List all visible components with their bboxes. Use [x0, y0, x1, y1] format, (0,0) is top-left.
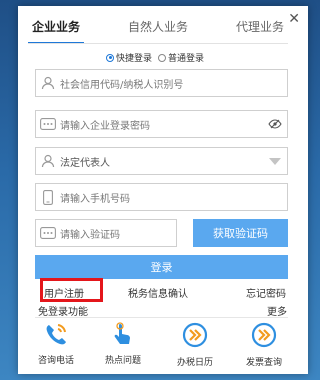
tab-bar: 企业业务 自然人业务 代理业务 — [28, 18, 288, 44]
quick-item-hot-questions[interactable]: 热点问题 — [93, 322, 153, 366]
user-icon — [36, 76, 60, 90]
quick-item-label: 发票查询 — [245, 358, 282, 368]
role-select[interactable]: 法定代表人 — [35, 147, 288, 175]
quick-item-invoice-query[interactable]: 发票查询 — [234, 322, 294, 368]
phone-input[interactable]: 请输入手机号码 — [35, 183, 288, 211]
login-dialog: ✕ 企业业务 自然人业务 代理业务 快捷登录 普通登录 社会信用代码/纳税人识别… — [18, 6, 308, 374]
chevron-down-icon[interactable] — [263, 157, 287, 165]
forgot-password-link[interactable]: 忘记密码 — [246, 285, 286, 300]
invoice-arrow-icon — [251, 322, 277, 352]
radio-normal-login-label: 普通登录 — [168, 54, 205, 64]
quick-item-label: 热点问题 — [104, 356, 141, 366]
get-code-button[interactable]: 获取验证码 — [193, 219, 288, 247]
radio-quick-login-label: 快捷登录 — [116, 54, 153, 64]
quick-item-label: 咨询电话 — [37, 356, 74, 366]
phone-placeholder: 请输入手机号码 — [60, 193, 130, 205]
hand-pointer-icon — [111, 322, 135, 350]
eye-hidden-icon[interactable] — [263, 119, 287, 129]
verification-code-input[interactable]: 请输入验证码 — [35, 219, 177, 247]
phone-icon — [43, 322, 69, 350]
tab-individual[interactable]: 自然人业务 — [124, 18, 192, 44]
radio-unselected-icon — [158, 53, 167, 62]
password-placeholder: 请输入企业登录密码 — [60, 120, 150, 132]
tax-info-confirm-link[interactable]: 税务信息确认 — [128, 285, 188, 300]
register-link[interactable]: 用户注册 — [44, 285, 84, 300]
code-placeholder: 请输入验证码 — [60, 229, 120, 241]
quick-item-hotline[interactable]: 咨询电话 — [26, 322, 86, 366]
role-value: 法定代表人 — [60, 157, 110, 169]
more-link[interactable]: 更多 — [267, 303, 287, 318]
password-input[interactable]: 请输入企业登录密码 — [35, 110, 288, 138]
quick-item-label: 办税日历 — [176, 358, 213, 368]
mobile-phone-icon — [36, 189, 60, 205]
radio-selected-icon — [106, 53, 114, 62]
quick-item-tax-calendar[interactable]: 办税日历 — [165, 322, 225, 368]
login-mode-group: 快捷登录 普通登录 — [106, 51, 204, 64]
tab-enterprise[interactable]: 企业业务 — [28, 18, 85, 44]
password-dots-icon — [36, 118, 60, 130]
calendar-arrow-icon — [182, 322, 208, 352]
radio-normal-login[interactable]: 普通登录 — [158, 51, 204, 64]
no-login-label: 免登录功能 — [38, 307, 88, 318]
tax-id-placeholder: 社会信用代码/纳税人识别号 — [60, 79, 184, 91]
close-icon[interactable]: ✕ — [288, 12, 300, 26]
tab-divider — [28, 43, 288, 44]
login-button[interactable]: 登录 — [35, 255, 288, 279]
tax-id-input[interactable]: 社会信用代码/纳税人识别号 — [35, 69, 288, 97]
user-icon — [36, 154, 60, 168]
section-divider — [35, 317, 288, 318]
tab-agent[interactable]: 代理业务 — [232, 18, 288, 44]
radio-quick-login[interactable]: 快捷登录 — [106, 51, 152, 64]
code-dots-icon — [36, 227, 60, 239]
